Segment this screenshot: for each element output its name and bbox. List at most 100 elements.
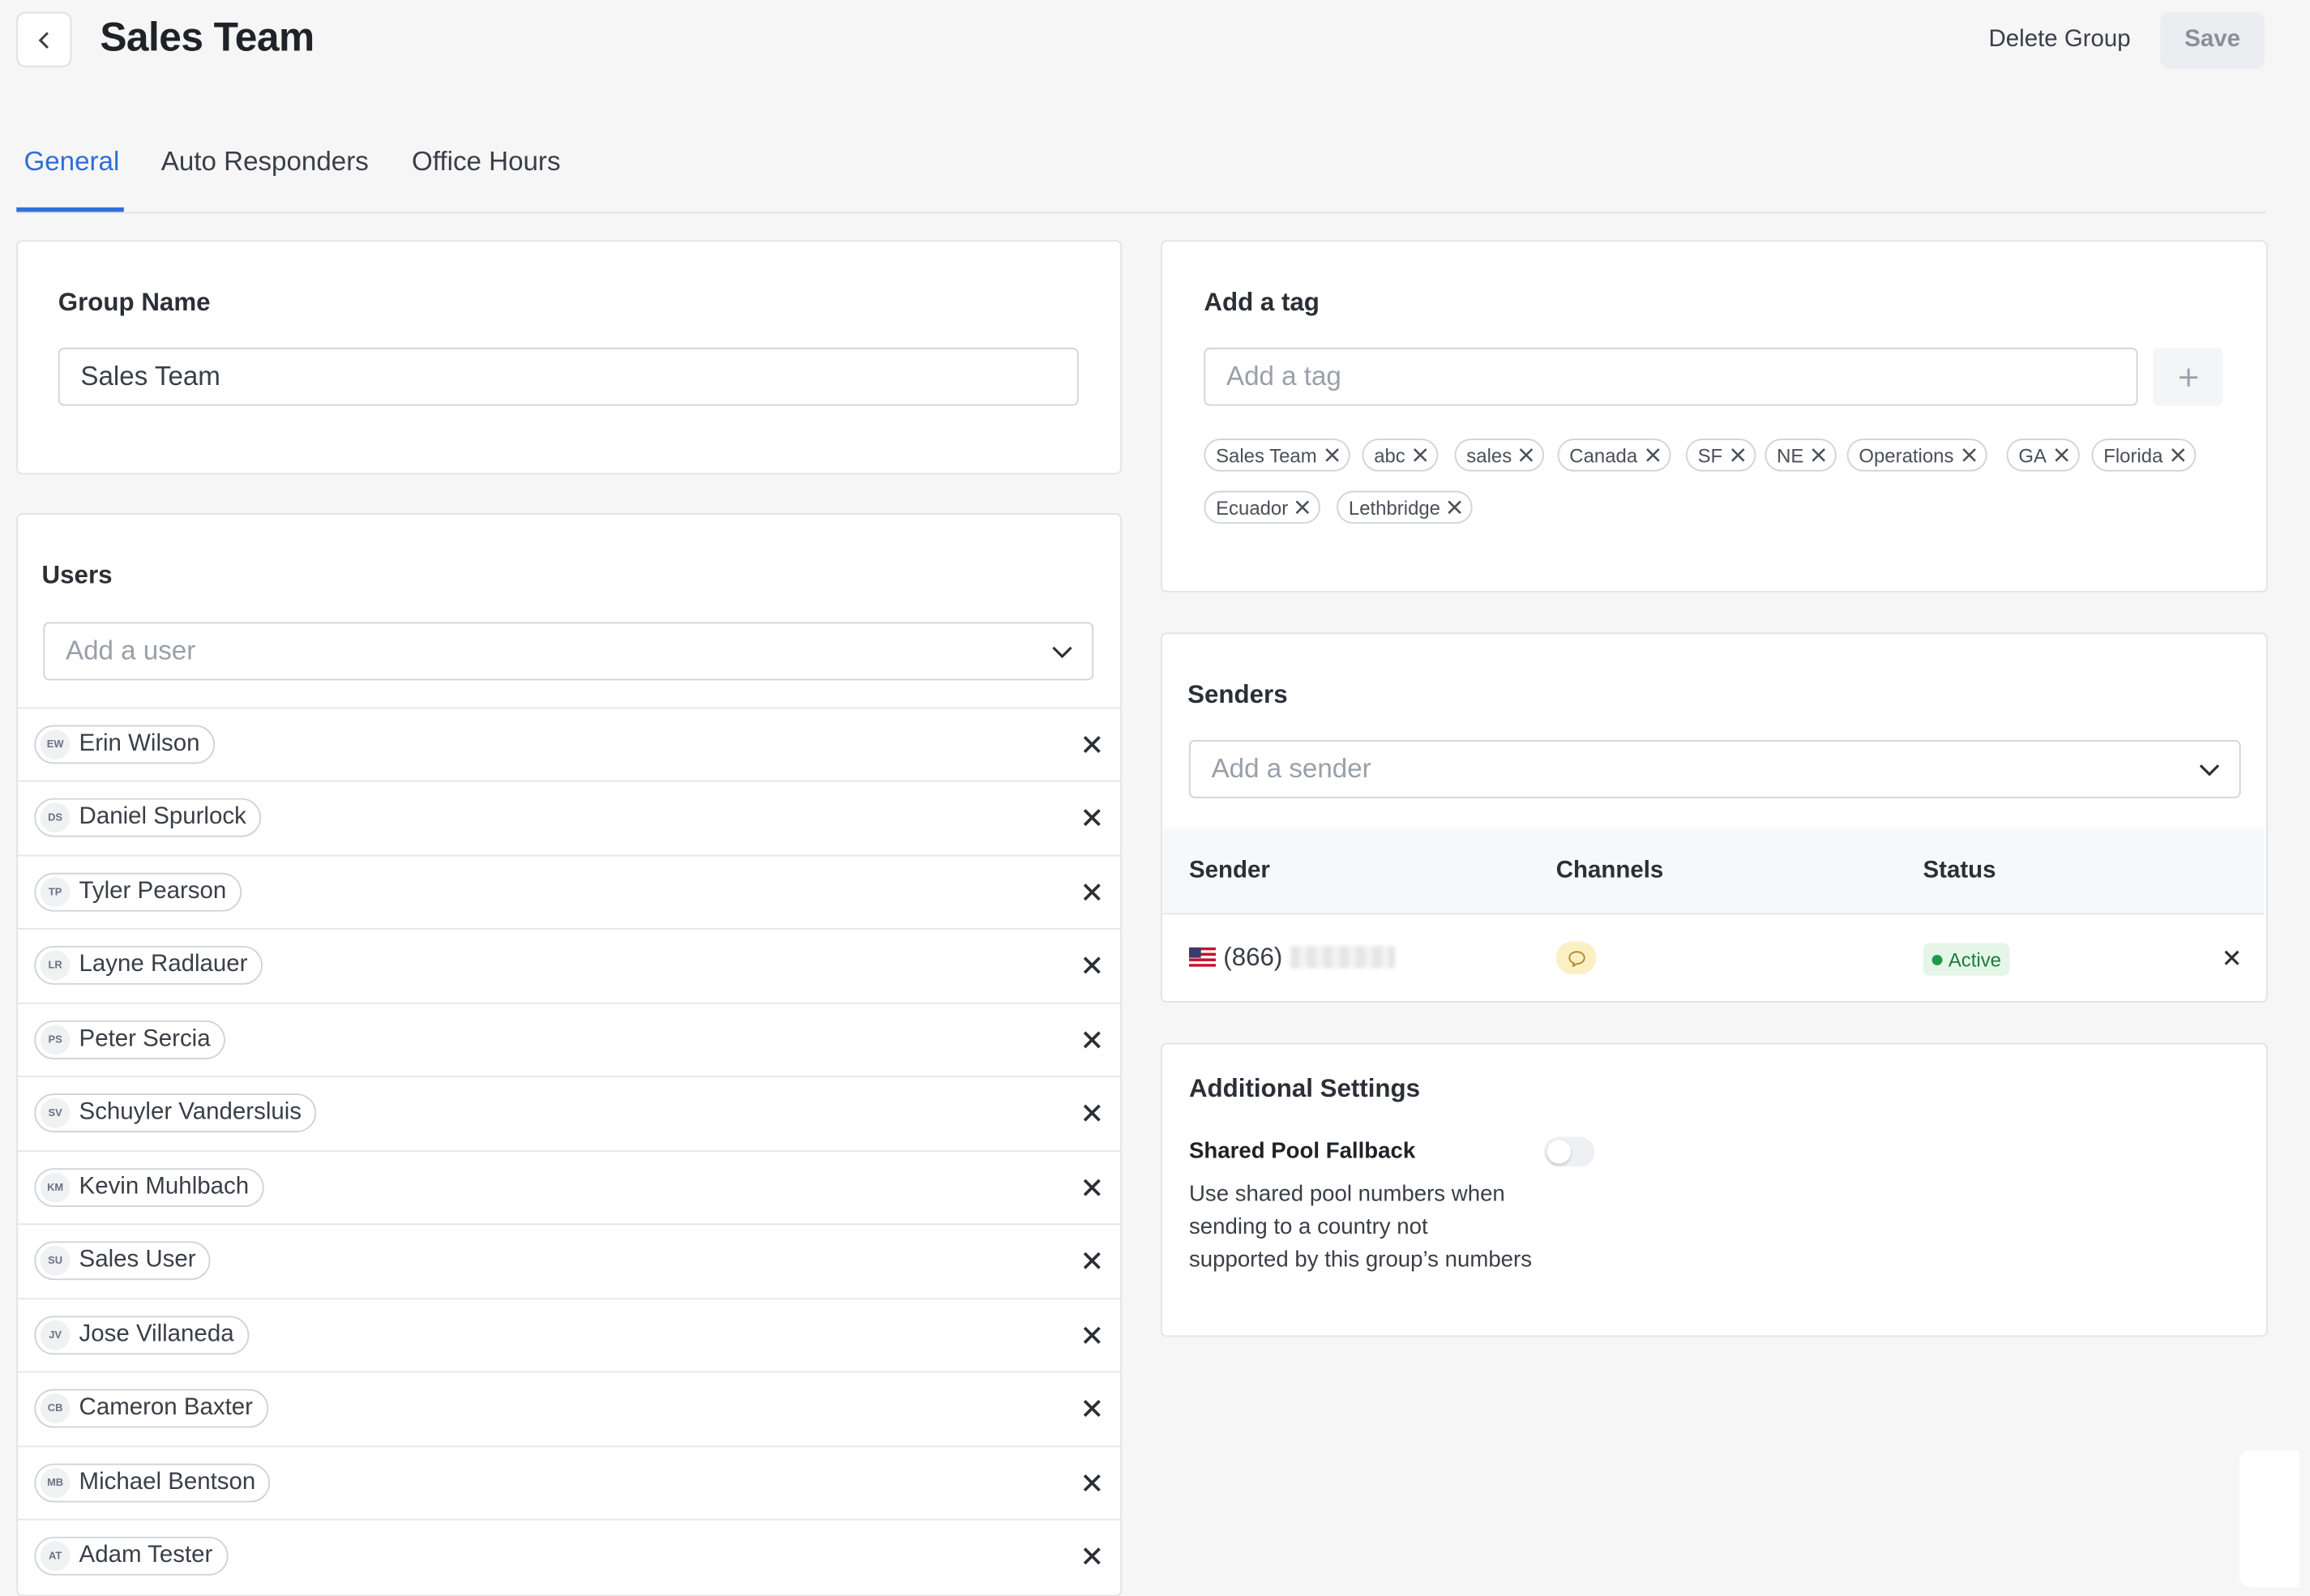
tag-label: Operations bbox=[1859, 443, 1954, 467]
add-user-select[interactable]: Add a user bbox=[43, 622, 1094, 681]
shared-pool-fallback-description: Use shared pool numbers when sending to … bbox=[1188, 1181, 1533, 1273]
sender-row: (866) Active bbox=[1162, 914, 2265, 1001]
remove-user-icon[interactable] bbox=[1081, 1102, 1102, 1123]
user-initials-avatar: CB bbox=[40, 1393, 71, 1423]
remove-tag-icon[interactable] bbox=[1730, 447, 1744, 462]
tag-chip: Lethbridge bbox=[1337, 490, 1474, 524]
user-initials-avatar: JV bbox=[40, 1320, 71, 1350]
tag-chip: Operations bbox=[1846, 439, 1987, 472]
shared-pool-fallback-toggle[interactable] bbox=[1544, 1136, 1595, 1167]
user-chip: KM Kevin Muhlbach bbox=[34, 1168, 264, 1208]
remove-tag-icon[interactable] bbox=[1645, 447, 1659, 462]
tag-chip: SF bbox=[1685, 439, 1756, 472]
remove-tag-icon[interactable] bbox=[1295, 500, 1310, 515]
user-name: Peter Sercia bbox=[79, 1026, 211, 1052]
user-row: MB Michael Bentson bbox=[18, 1445, 1121, 1519]
remove-user-icon[interactable] bbox=[1081, 807, 1102, 828]
user-chip: DS Daniel Spurlock bbox=[34, 798, 262, 837]
remove-user-icon[interactable] bbox=[1081, 955, 1102, 976]
tab-bar: General Auto Responders Office Hours bbox=[16, 128, 2266, 214]
chat-bubble-icon bbox=[1555, 941, 1597, 974]
user-name: Jose Villaneda bbox=[79, 1321, 234, 1348]
remove-tag-icon[interactable] bbox=[1413, 447, 1427, 462]
user-initials-avatar: EW bbox=[40, 730, 71, 759]
remove-tag-icon[interactable] bbox=[1324, 447, 1339, 462]
remove-user-icon[interactable] bbox=[1081, 1029, 1102, 1050]
add-tag-button[interactable] bbox=[2152, 347, 2223, 406]
user-name: Kevin Muhlbach bbox=[79, 1174, 250, 1200]
group-name-title: Group Name bbox=[58, 288, 211, 317]
tab-general[interactable]: General bbox=[24, 146, 119, 178]
add-sender-placeholder: Add a sender bbox=[1211, 753, 1371, 784]
remove-user-icon[interactable] bbox=[1081, 1473, 1102, 1494]
user-chip: JV Jose Villaneda bbox=[34, 1316, 249, 1355]
tab-auto-responders[interactable]: Auto Responders bbox=[161, 146, 369, 178]
user-initials-avatar: SV bbox=[40, 1098, 71, 1128]
tag-label: Canada bbox=[1569, 443, 1638, 467]
remove-user-icon[interactable] bbox=[1081, 1177, 1102, 1198]
tag-label: SF bbox=[1697, 443, 1723, 467]
additional-settings-title: Additional Settings bbox=[1188, 1074, 1421, 1103]
remove-user-icon[interactable] bbox=[1081, 1324, 1102, 1346]
remove-tag-icon[interactable] bbox=[2054, 447, 2068, 462]
tag-chip: NE bbox=[1765, 439, 1837, 472]
plus-icon bbox=[2179, 367, 2197, 386]
remove-tag-icon[interactable] bbox=[1812, 447, 1826, 462]
remove-sender-icon[interactable] bbox=[2222, 949, 2240, 967]
remove-user-icon[interactable] bbox=[1081, 734, 1102, 755]
user-initials-avatar: AT bbox=[40, 1541, 71, 1572]
user-name: Adam Tester bbox=[79, 1543, 213, 1568]
user-chip: LR Layne Radlauer bbox=[34, 945, 263, 985]
tag-input[interactable]: Add a tag bbox=[1204, 347, 2138, 406]
back-button[interactable] bbox=[16, 11, 72, 67]
user-row: CB Cameron Baxter bbox=[18, 1371, 1121, 1444]
senders-card: Senders Add a sender Sender Channels Sta… bbox=[1160, 632, 2268, 1003]
user-initials-avatar: KM bbox=[40, 1172, 71, 1203]
toggle-knob bbox=[1546, 1140, 1572, 1164]
remove-tag-icon[interactable] bbox=[2171, 447, 2185, 462]
remove-user-icon[interactable] bbox=[1081, 1546, 1102, 1567]
user-row: KM Kevin Muhlbach bbox=[18, 1150, 1121, 1223]
delete-group-button[interactable]: Delete Group bbox=[1989, 27, 2131, 53]
user-name: Sales User bbox=[79, 1247, 196, 1273]
column-sender: Sender bbox=[1188, 858, 1270, 884]
remove-tag-icon[interactable] bbox=[1961, 447, 1976, 462]
user-name: Tyler Pearson bbox=[79, 879, 227, 905]
user-chip: SU Sales User bbox=[34, 1241, 211, 1281]
user-chip: EW Erin Wilson bbox=[34, 725, 215, 764]
user-chip: PS Peter Sercia bbox=[34, 1020, 226, 1059]
save-button[interactable]: Save bbox=[2160, 11, 2265, 69]
user-row: DS Daniel Spurlock bbox=[18, 780, 1121, 854]
remove-tag-icon[interactable] bbox=[1519, 447, 1534, 462]
group-name-card: Group Name Sales Team bbox=[16, 240, 1123, 475]
remove-user-icon[interactable] bbox=[1081, 1398, 1102, 1419]
add-sender-select[interactable]: Add a sender bbox=[1188, 739, 2241, 798]
user-name: Daniel Spurlock bbox=[79, 804, 246, 830]
tag-input-placeholder: Add a tag bbox=[1226, 361, 1341, 392]
remove-tag-icon[interactable] bbox=[1448, 500, 1462, 515]
redacted-number bbox=[1290, 945, 1395, 969]
additional-settings-card: Additional Settings Shared Pool Fallback… bbox=[1160, 1042, 2268, 1337]
tag-chip: abc bbox=[1362, 439, 1439, 472]
column-channels: Channels bbox=[1555, 858, 1664, 884]
user-initials-avatar: DS bbox=[40, 802, 71, 833]
user-initials-avatar: LR bbox=[40, 950, 71, 981]
tag-label: NE bbox=[1777, 443, 1804, 467]
group-name-input[interactable]: Sales Team bbox=[58, 347, 1079, 406]
floating-panel-edge bbox=[2239, 1450, 2299, 1588]
tab-office-hours[interactable]: Office Hours bbox=[412, 146, 561, 178]
tag-label: Sales Team bbox=[1216, 443, 1317, 467]
sender-phone-number: (866) bbox=[1223, 943, 1283, 972]
chevron-left-icon bbox=[37, 31, 49, 49]
user-chip: TP Tyler Pearson bbox=[34, 872, 242, 912]
user-name: Schuyler Vandersluis bbox=[79, 1099, 302, 1125]
page-header: Sales Team Delete Group Save bbox=[16, 11, 2266, 71]
tag-chip: sales bbox=[1454, 439, 1545, 472]
users-card: Users Add a user EW Erin Wilson DS Daniel … bbox=[16, 513, 1123, 1596]
chevron-down-icon bbox=[1052, 646, 1072, 659]
shared-pool-fallback-label: Shared Pool Fallback bbox=[1188, 1138, 1416, 1164]
page: Sales Team Delete Group Save General Aut… bbox=[0, 0, 2310, 1596]
remove-user-icon[interactable] bbox=[1081, 1250, 1102, 1271]
remove-user-icon[interactable] bbox=[1081, 882, 1102, 903]
tag-label: abc bbox=[1374, 443, 1405, 467]
